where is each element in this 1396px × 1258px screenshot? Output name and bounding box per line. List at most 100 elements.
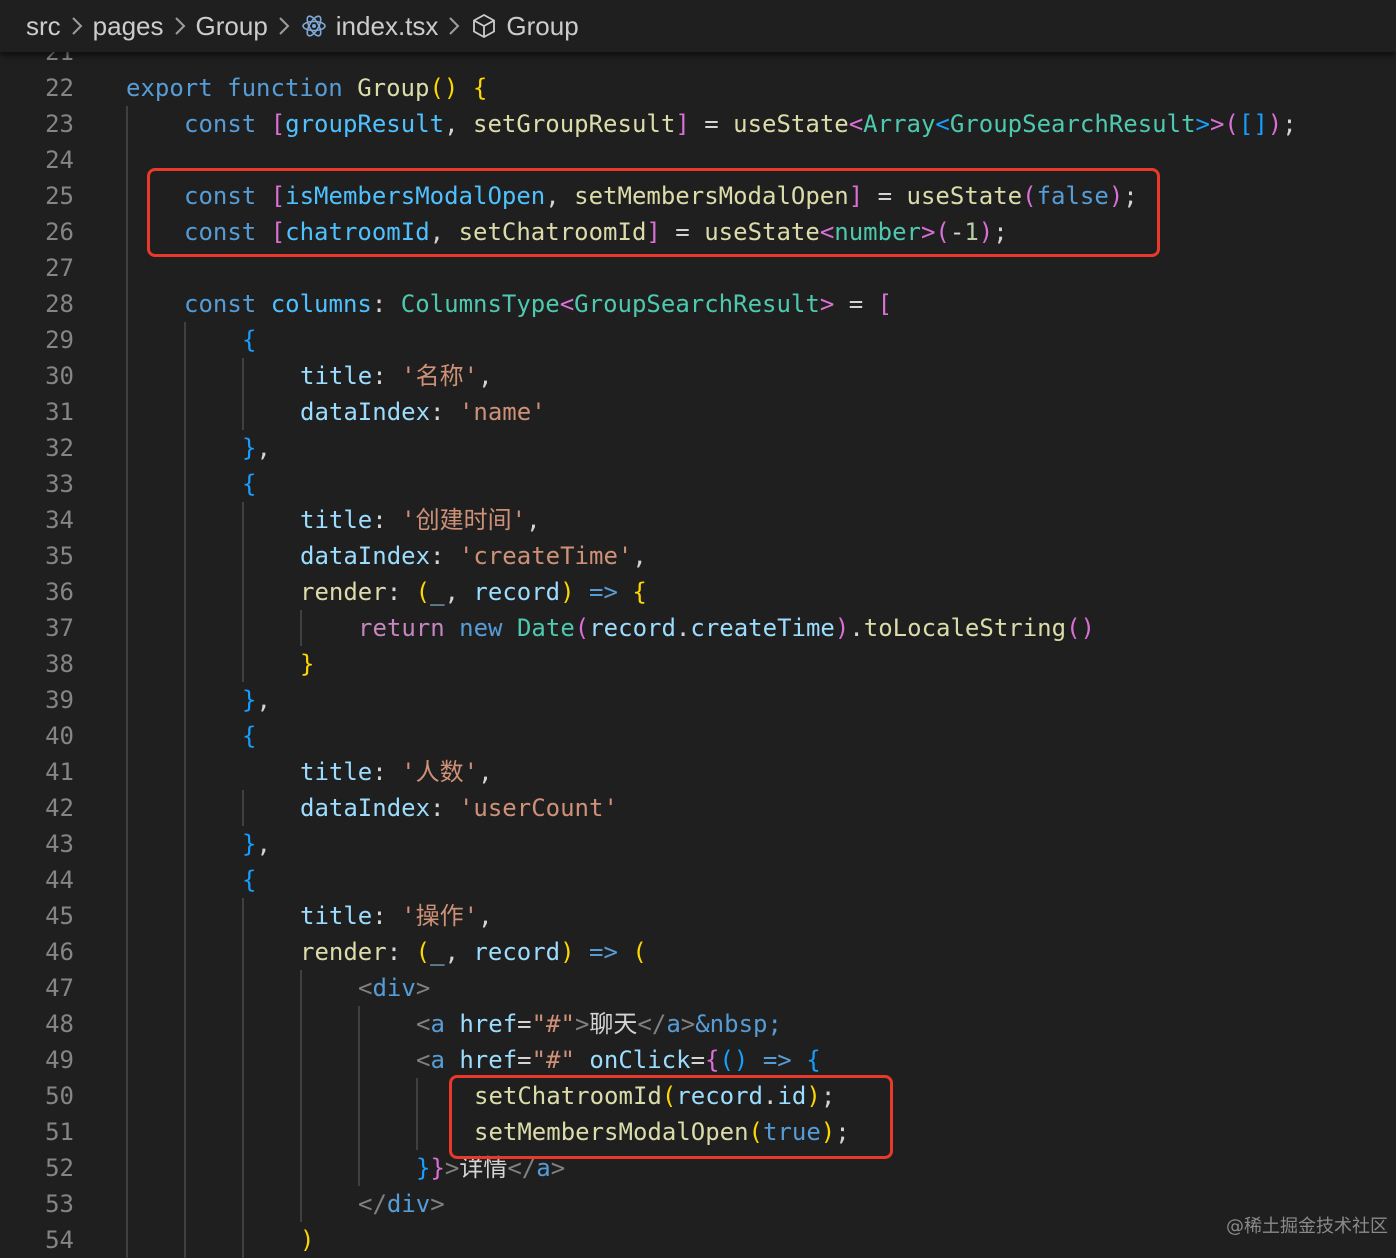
code-line[interactable]: 43}, — [0, 826, 1396, 862]
code-line[interactable]: 47 <div> — [0, 970, 1396, 1006]
code-token: { — [472, 74, 488, 102]
code-line[interactable]: 54) — [0, 1222, 1396, 1258]
code-token: : — [430, 794, 459, 822]
code-line[interactable]: 38} — [0, 646, 1396, 682]
code-token: ) — [1267, 110, 1283, 138]
breadcrumb-item-src[interactable]: src — [26, 11, 61, 42]
line-number: 26 — [45, 218, 74, 246]
code-text: title: '名称', — [300, 358, 493, 394]
code-token: render — [300, 938, 387, 966]
code-token: ( — [415, 938, 431, 966]
code-token: ) — [560, 578, 575, 606]
line-number: 54 — [45, 1226, 74, 1254]
breadcrumb-item-symbol[interactable]: Group — [470, 10, 579, 42]
code-line[interactable]: 53 </div> — [0, 1186, 1396, 1222]
code-line[interactable]: 36 render: (_, record) => { — [0, 574, 1396, 610]
code-line[interactable]: 28 const columns: ColumnsType<GroupSearch… — [0, 286, 1396, 322]
code-token: ( — [632, 938, 647, 966]
code-text: title: '创建时间', — [300, 502, 541, 538]
breadcrumb-item-file[interactable]: index.tsx — [300, 10, 439, 42]
code-line[interactable]: 22 export function Group() { — [0, 70, 1396, 106]
code-token: title — [300, 758, 373, 786]
code-line[interactable]: 41 title: '人数', — [0, 754, 1396, 790]
code-token: return — [358, 614, 445, 642]
code-text: dataIndex: 'userCount' — [300, 790, 618, 826]
code-token: [ — [877, 290, 893, 318]
code-line[interactable]: 30 title: '名称', — [0, 358, 1396, 394]
code-token: ; — [1282, 110, 1297, 138]
code-token: 'userCount' — [458, 794, 618, 822]
code-token: < — [848, 110, 864, 138]
code-token: : — [430, 542, 459, 570]
line-number: 28 — [45, 290, 74, 318]
code-token: , — [526, 506, 541, 534]
breadcrumb-item-pages[interactable]: pages — [93, 11, 164, 42]
code-token: () — [1066, 614, 1095, 642]
line-number: 40 — [45, 722, 74, 750]
code-line[interactable]: 34 title: '创建时间', — [0, 502, 1396, 538]
line-number: 48 — [45, 1010, 74, 1038]
code-text: }, — [242, 826, 271, 862]
code-token: ] — [675, 110, 690, 138]
code-token: href — [459, 1046, 518, 1074]
code-token: , — [632, 542, 647, 570]
code-line[interactable]: 48 <a href="#">聊天</a>&nbsp; — [0, 1006, 1396, 1042]
code-token: Date — [516, 614, 575, 642]
code-token: dataIndex — [300, 398, 431, 426]
watermark: @稀土掘金技术社区 — [1226, 1216, 1388, 1237]
code-token: , — [478, 902, 493, 930]
code-line[interactable]: 32}, — [0, 430, 1396, 466]
line-number: 25 — [45, 182, 74, 210]
code-token: , — [256, 686, 271, 714]
breadcrumb-file-label: index.tsx — [335, 10, 439, 41]
line-number: 41 — [45, 758, 74, 786]
line-number: 43 — [45, 830, 74, 858]
code-token: onClick — [589, 1046, 691, 1074]
breadcrumb-symbol-label: Group — [506, 10, 579, 41]
code-text: render: (_, record) => { — [300, 574, 647, 610]
code-line[interactable]: 45 title: '操作', — [0, 898, 1396, 934]
code-line[interactable]: 40 { — [0, 718, 1396, 754]
code-text: { — [242, 862, 256, 898]
code-token: '名称' — [401, 362, 479, 390]
code-token: record — [589, 614, 676, 642]
code-line[interactable]: 49 <a href="#" onClick={() => { — [0, 1042, 1396, 1078]
code-token: columns — [270, 290, 372, 318]
line-number: 31 — [45, 398, 74, 426]
code-line[interactable]: 33 { — [0, 466, 1396, 502]
breadcrumb-item-group-folder[interactable]: Group — [196, 11, 268, 42]
indent-guide — [300, 610, 302, 646]
line-number: 44 — [45, 866, 74, 894]
code-line[interactable]: 46 render: (_, record) => ( — [0, 934, 1396, 970]
line-number: 53 — [45, 1190, 74, 1218]
code-editor[interactable]: 21 22 export function Group() {23 const [gr… — [0, 0, 1396, 1258]
code-token: const — [184, 110, 257, 138]
code-text: dataIndex: 'name' — [300, 394, 546, 430]
code-text: { — [242, 466, 256, 502]
code-token: createTime — [690, 614, 835, 642]
highlight-box-onclick — [449, 1075, 893, 1159]
indent-guide — [184, 322, 186, 1258]
code-line[interactable]: 39}, — [0, 682, 1396, 718]
line-number: 42 — [45, 794, 74, 822]
code-line[interactable]: 37 return new Date(record.createTime).toL… — [0, 610, 1396, 646]
code-token: ( — [574, 614, 590, 642]
code-line[interactable]: 42 dataIndex: 'userCount' — [0, 790, 1396, 826]
code-line[interactable]: 44 { — [0, 862, 1396, 898]
code-token: ( — [1224, 110, 1239, 138]
chevron-right-icon — [173, 15, 187, 37]
react-icon — [300, 12, 328, 40]
code-line[interactable]: 29 { — [0, 322, 1396, 358]
code-text: }, — [242, 430, 271, 466]
code-line[interactable]: 31 dataIndex: 'name' — [0, 394, 1396, 430]
code-line[interactable]: 35 dataIndex: 'createTime', — [0, 538, 1396, 574]
code-token: div — [386, 1190, 431, 1218]
code-line[interactable]: 23 const [groupResult, setGroupResult] = … — [0, 106, 1396, 142]
